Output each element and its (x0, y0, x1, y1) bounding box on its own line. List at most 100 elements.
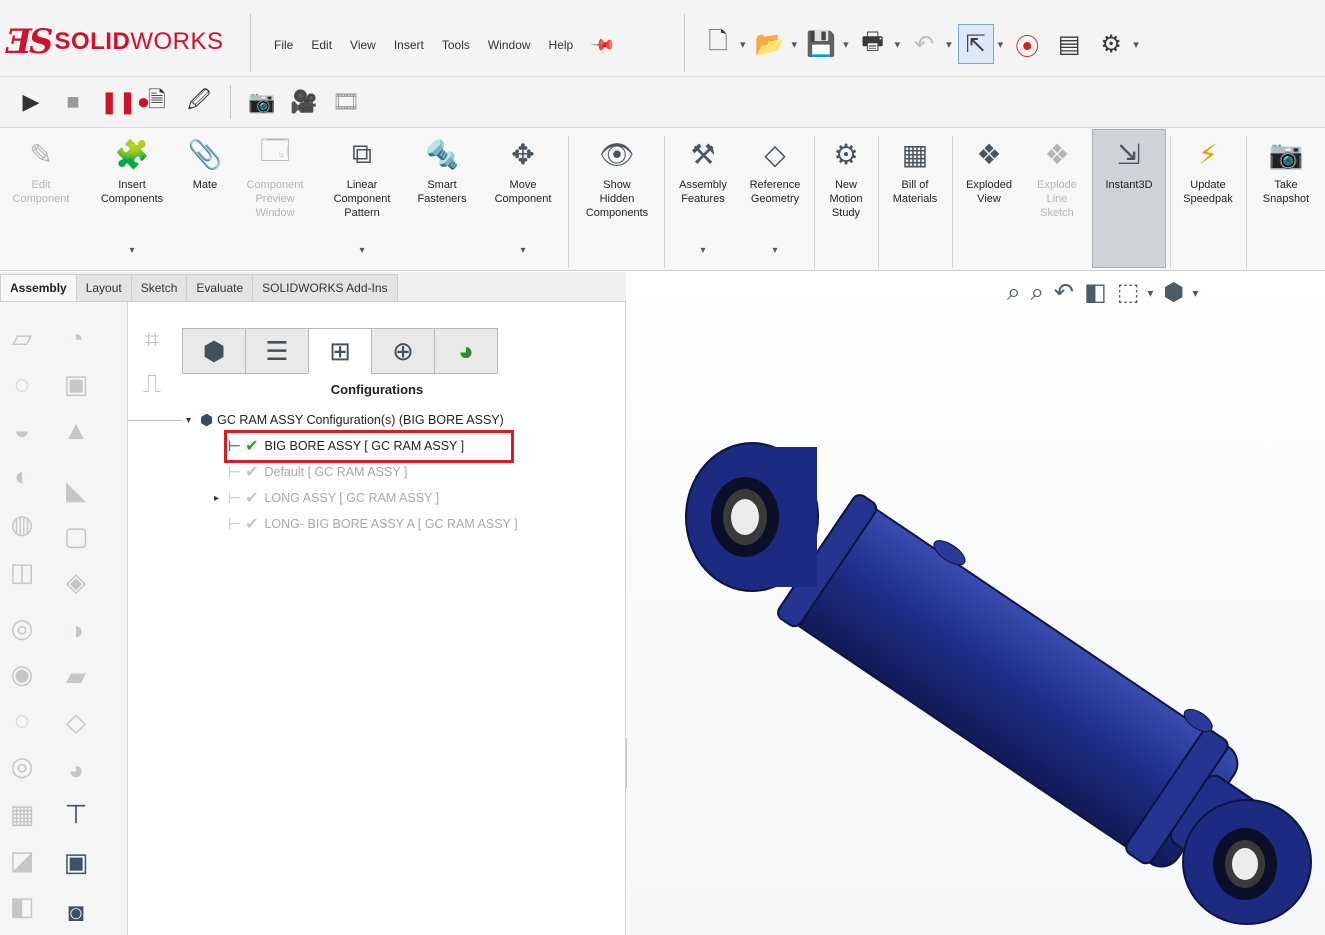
new-macro-icon[interactable]: 🗎 (142, 83, 172, 121)
part-icon[interactable]: ▣ (58, 844, 94, 880)
assembly-icon[interactable]: ◧ (4, 888, 40, 924)
play-macro-icon[interactable]: ▶ (16, 89, 46, 115)
new-document-icon[interactable]: 🗋 (700, 24, 736, 64)
record-pause-macro-icon[interactable]: ❚❚● (100, 89, 150, 115)
chevron-down-icon[interactable]: ▾ (946, 38, 952, 51)
file-properties-icon[interactable]: ▤ (1051, 24, 1087, 64)
plane-icon[interactable]: ▰ (58, 658, 94, 694)
chevron-down-icon[interactable]: ▾ (740, 38, 746, 51)
tee-handle-icon[interactable]: ⊤ (58, 796, 94, 832)
config-root[interactable]: ▾ ⬢ GC RAM ASSY Configuration(s) (BIG BO… (186, 408, 504, 432)
mold-icon[interactable]: ◎ (4, 748, 40, 784)
shell-icon[interactable]: ◣ (58, 472, 94, 508)
save-icon[interactable]: 💾 (803, 24, 839, 64)
mirror-icon[interactable]: ◫ (4, 554, 40, 590)
menu-tools[interactable]: Tools (434, 34, 478, 56)
display-manager-tab-icon[interactable]: ◕ (434, 328, 498, 374)
chevron-down-icon[interactable]: ▾ (700, 245, 705, 256)
hydraulic-cylinder-model[interactable] (627, 272, 1325, 935)
insert-components-button[interactable]: 🧩 Insert Components ▾ (88, 136, 176, 266)
assembly-features-button[interactable]: ⚒ Assembly Features ▾ (668, 136, 738, 266)
revolve-icon[interactable]: ◔ (58, 320, 94, 356)
chevron-down-icon[interactable]: ▾ (1147, 286, 1153, 300)
edit-component-button[interactable]: ✎ Edit Component (2, 136, 80, 266)
chevron-down-icon[interactable]: ▾ (359, 245, 364, 256)
menu-insert[interactable]: Insert (386, 34, 432, 56)
gear-icon[interactable]: ⚙ (1093, 24, 1129, 64)
chevron-down-icon[interactable]: ▾ (129, 245, 134, 256)
configuration-manager-tab-icon[interactable]: ⊞ (308, 328, 372, 374)
loft-icon[interactable]: ▣ (58, 366, 94, 402)
chevron-down-icon[interactable]: ▾ (895, 38, 901, 51)
chevron-down-icon[interactable]: ▾ (998, 38, 1004, 51)
weldment-icon[interactable]: ◇ (58, 704, 94, 740)
boundary-icon[interactable]: ◎ (4, 610, 40, 646)
chevron-down-icon[interactable]: ▾ (792, 38, 798, 51)
undo-icon[interactable]: ↶ (906, 24, 942, 64)
tab-sketch[interactable]: Sketch (130, 274, 188, 301)
zoom-to-area-icon[interactable]: ⌕ (1030, 279, 1043, 307)
extrude-icon[interactable]: ▱ (4, 320, 40, 356)
explode-line-sketch-button[interactable]: ❖ Explode Line Sketch (1026, 136, 1088, 266)
config-item-default[interactable]: ⊢ ✔ Default [ GC RAM ASSY ] (228, 460, 407, 484)
record-video-icon[interactable]: 🎥 (289, 89, 319, 115)
chevron-down-icon[interactable]: ▾ (1192, 286, 1198, 300)
zoom-to-fit-icon[interactable]: ⌕ (1007, 279, 1020, 307)
camera-icon[interactable]: 📷 (247, 89, 277, 115)
sweep-icon[interactable]: ◌ (4, 366, 40, 402)
graphics-viewport[interactable]: ⌕ ⌕ ↶ ◧ ⬚ ▾ ⬢ ▾ (627, 272, 1325, 935)
tab-assembly[interactable]: Assembly (0, 274, 77, 301)
exploded-view-button[interactable]: ❖ Exploded View (956, 136, 1022, 266)
sketch-icon[interactable]: ⌗ (134, 322, 170, 358)
menu-window[interactable]: Window (480, 34, 539, 56)
curve-icon[interactable]: ◑ (58, 612, 94, 648)
instant3d-button[interactable]: ⇲ Instant3D (1092, 129, 1166, 268)
stop-macro-icon[interactable]: ■ (58, 89, 88, 115)
property-manager-tab-icon[interactable]: ☰ (245, 328, 309, 374)
section-icon[interactable]: ◪ (4, 842, 40, 878)
display-style-icon[interactable]: ⬢ (1163, 278, 1184, 307)
fillet-icon[interactable]: ◒ (4, 412, 40, 448)
draft-icon[interactable]: ▲ (58, 412, 94, 448)
chevron-down-icon[interactable]: ▾ (520, 245, 525, 256)
feature-icon[interactable]: ▦ (4, 796, 40, 832)
view-orientation-icon[interactable]: ⬚ (1117, 278, 1140, 307)
take-snapshot-button[interactable]: 📷 Take Snapshot (1250, 136, 1322, 266)
solidworks-logo[interactable]: ƎS SOLIDWORKS (6, 14, 238, 70)
open-folder-icon[interactable]: 📂 (752, 24, 788, 64)
menu-help[interactable]: Help (541, 34, 582, 56)
rebuild-traffic-light-icon[interactable]: ⦿ (1009, 24, 1045, 64)
chevron-down-icon[interactable]: ▾ (1133, 38, 1139, 51)
print-icon[interactable]: 🖶 (855, 24, 891, 64)
cut-icon[interactable]: ◕ (58, 752, 94, 788)
surface-icon[interactable]: ◉ (4, 656, 40, 692)
mate-button[interactable]: 📎 Mate (180, 136, 230, 266)
pattern-icon[interactable]: ◈ (58, 564, 94, 600)
expand-arrow-icon[interactable]: ▸ (214, 493, 228, 504)
wrap-icon[interactable]: ◐ (4, 458, 40, 494)
menu-edit[interactable]: Edit (303, 34, 340, 56)
rib-icon[interactable]: ◍ (4, 506, 40, 542)
tab-evaluate[interactable]: Evaluate (186, 274, 254, 301)
feature-tree-tab-icon[interactable]: ⬢ (182, 328, 246, 374)
menu-file[interactable]: File (266, 34, 301, 56)
reference-geometry-button[interactable]: ◇ Reference Geometry ▾ (740, 136, 810, 266)
config-item-long-big-bore-assy-a[interactable]: ⊢ ✔ LONG- BIG BORE ASSY A [ GC RAM ASSY … (228, 512, 518, 536)
new-motion-study-button[interactable]: ⚙ New Motion Study (818, 136, 874, 266)
dimxpert-tab-icon[interactable]: ⊕ (371, 328, 435, 374)
collapse-arrow-icon[interactable]: ▾ (186, 415, 200, 426)
config-item-long-assy[interactable]: ▸ ⊢ ✔ LONG ASSY [ GC RAM ASSY ] (214, 486, 439, 510)
move-component-button[interactable]: ✥ Move Component ▾ (482, 136, 564, 266)
show-hidden-components-button[interactable]: 👁 Show Hidden Components (572, 136, 662, 266)
stop-video-icon[interactable]: 🎞 (331, 89, 361, 115)
pin-icon[interactable]: 📌 (589, 31, 617, 59)
menu-view[interactable]: View (342, 34, 384, 56)
previous-view-icon[interactable]: ↶ (1054, 278, 1074, 307)
select-cursor-icon[interactable]: ⇱ (957, 24, 994, 64)
update-speedpak-button[interactable]: ⚡ Update Speedpak (1174, 136, 1242, 266)
tab-solidworks-add-ins[interactable]: SOLIDWORKS Add-Ins (252, 274, 398, 301)
linear-pattern-button[interactable]: ⧉ Linear Component Pattern ▾ (320, 136, 404, 266)
section-view-icon[interactable]: ◧ (1084, 278, 1107, 307)
chevron-down-icon[interactable]: ▾ (843, 38, 849, 51)
tab-layout[interactable]: Layout (75, 274, 132, 301)
